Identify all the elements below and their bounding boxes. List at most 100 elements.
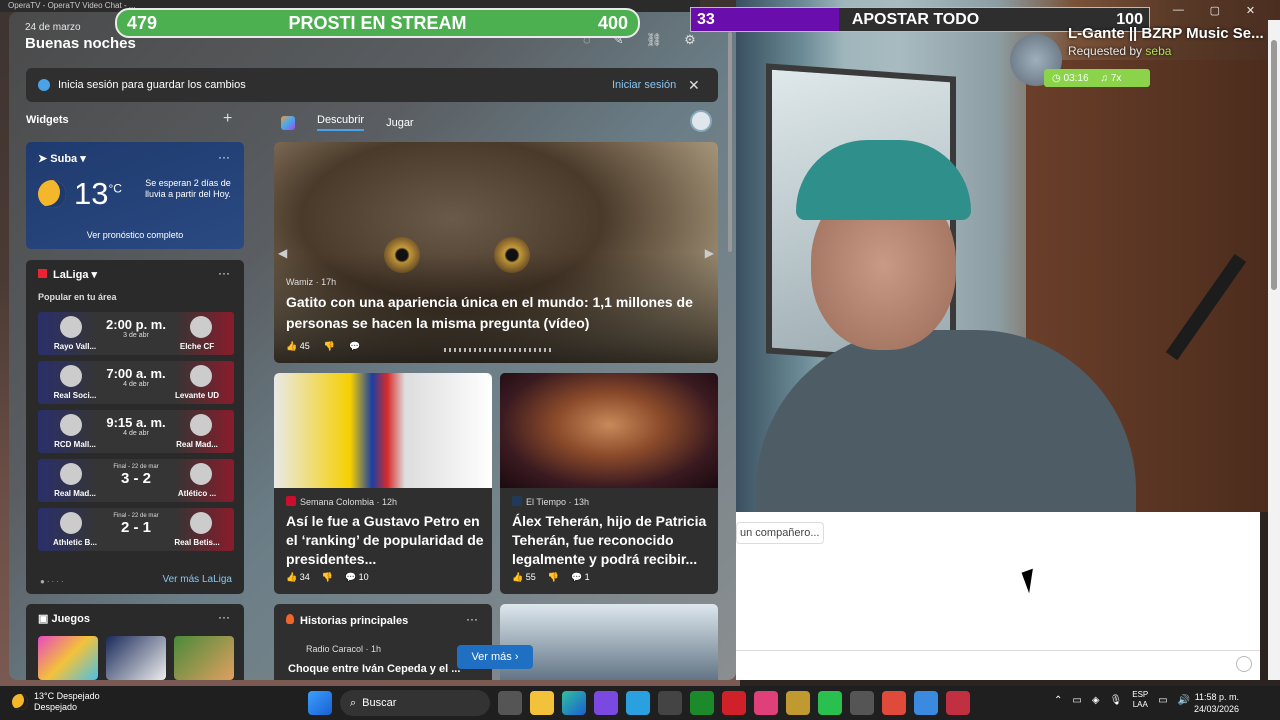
article-stats: 👍 55 👎 💬 1: [512, 572, 590, 583]
more-icon[interactable]: ···: [466, 612, 478, 626]
like-button[interactable]: 👍 55: [512, 572, 536, 583]
comment-button[interactable]: 💬 1: [571, 572, 590, 583]
comment-button[interactable]: 💬 10: [345, 572, 369, 583]
flame-icon: [286, 614, 294, 624]
pager-dots[interactable]: ●····: [40, 577, 66, 586]
minimize-icon[interactable]: —: [1173, 4, 1184, 16]
chevron-left-icon[interactable]: ◀: [278, 246, 287, 260]
signin-button[interactable]: Iniciar sesión: [612, 79, 676, 91]
article-source: Semana Colombia · 12h: [286, 496, 397, 507]
like-button[interactable]: 👍 45: [286, 341, 310, 352]
game-tile[interactable]: [174, 636, 234, 680]
chevron-right-icon[interactable]: ▶: [705, 246, 714, 260]
task-view-icon[interactable]: [498, 691, 522, 715]
chevron-up-icon[interactable]: ⌃: [1054, 695, 1062, 706]
store-icon[interactable]: [658, 691, 682, 715]
tray-icon[interactable]: ◈: [1092, 695, 1100, 706]
see-more-button[interactable]: Ver más ›: [457, 645, 533, 669]
article-title[interactable]: Álex Teherán, hijo de Patricia Teherán, …: [512, 512, 717, 569]
dislike-icon[interactable]: 👎: [548, 572, 559, 583]
tab-play[interactable]: Jugar: [386, 117, 414, 129]
folder-icon[interactable]: [530, 691, 554, 715]
games-title[interactable]: ▣ Juegos: [38, 612, 90, 625]
carousel-pager[interactable]: [444, 348, 552, 352]
panel-scrollbar[interactable]: [728, 32, 732, 252]
chrome-icon[interactable]: [882, 691, 906, 715]
search-input[interactable]: ⌕ Buscar: [340, 690, 490, 716]
avatar[interactable]: [690, 110, 712, 132]
bar-right-value: 400: [597, 12, 628, 33]
copilot-icon[interactable]: [594, 691, 618, 715]
app-icon[interactable]: [722, 691, 746, 715]
weather-forecast[interactable]: Se esperan 2 días de lluvia a partir del…: [138, 178, 238, 200]
requested-by: Requested by seba: [1068, 44, 1172, 58]
clock-icon: ◷ 03:16: [1052, 72, 1089, 84]
bar-left-value: 33: [697, 10, 715, 28]
close-icon[interactable]: ✕: [1246, 4, 1255, 17]
tab-discover[interactable]: Descubrir: [317, 114, 365, 131]
chrome-icon[interactable]: [914, 691, 938, 715]
more-icon[interactable]: ···: [218, 266, 230, 280]
match-date: 4 de abr: [123, 381, 149, 388]
opera-icon[interactable]: [946, 691, 970, 715]
scrollbar-thumb[interactable]: [1271, 40, 1277, 290]
language-indicator[interactable]: ESP LAA: [1132, 690, 1148, 710]
whatsapp-icon[interactable]: [818, 691, 842, 715]
weather-widget[interactable]: ➤ Suba ▾ ··· 13°C Se esperan 2 días de l…: [26, 142, 244, 249]
more-icon[interactable]: ···: [218, 610, 230, 624]
article-stats: 👍 45 👎 💬: [286, 341, 360, 352]
match-time: 9:15 a. m.: [106, 415, 166, 430]
microphone-icon[interactable]: 🎙: [1110, 695, 1123, 706]
article-source: Radio Caracol · 1h: [306, 644, 382, 654]
article-title[interactable]: Así le fue a Gustavo Petro en el ‘rankin…: [286, 512, 491, 569]
match-card[interactable]: 7:00 a. m. 4 de abr Real Soci... Levante …: [38, 361, 234, 404]
dislike-icon[interactable]: 👎: [324, 341, 335, 352]
clock[interactable]: 11:58 p. m. 24/03/2026: [1194, 691, 1239, 715]
news-card[interactable]: [500, 604, 718, 680]
tray-icon[interactable]: ▭: [1072, 695, 1081, 706]
instagram-icon[interactable]: [754, 691, 778, 715]
laliga-title[interactable]: LaLiga ▾: [38, 268, 97, 281]
app-icon[interactable]: [786, 691, 810, 715]
network-icon[interactable]: ▭: [1158, 695, 1167, 706]
full-forecast-link[interactable]: Ver pronóstico completo: [26, 230, 244, 240]
team-crest-icon: [190, 414, 212, 436]
game-tile[interactable]: [38, 636, 98, 680]
game-tile[interactable]: [106, 636, 166, 680]
match-card[interactable]: Final - 22 de mar 3 - 2 Real Mad... Atlét…: [38, 459, 234, 502]
copilot-icon[interactable]: [281, 115, 295, 130]
news-card[interactable]: Semana Colombia · 12h Así le fue a Gusta…: [274, 373, 492, 594]
close-icon[interactable]: ✕: [688, 77, 700, 94]
app-icon[interactable]: [850, 691, 874, 715]
xbox-icon[interactable]: [690, 691, 714, 715]
edge-icon[interactable]: [562, 691, 586, 715]
add-widget-icon[interactable]: +: [223, 110, 232, 128]
gear-icon[interactable]: ⚙: [684, 32, 696, 48]
article-title[interactable]: Gatito con una apariencia única en el mu…: [286, 292, 706, 334]
maximize-icon[interactable]: ▢: [1210, 4, 1220, 17]
emoji-icon[interactable]: [1236, 656, 1252, 672]
dislike-icon[interactable]: 👎: [322, 572, 333, 583]
taskbar-weather[interactable]: 13°C Despejado Despejado: [12, 691, 100, 713]
home-team: Real Mad...: [54, 489, 96, 498]
laliga-icon: [38, 269, 47, 278]
cap: [796, 140, 971, 220]
like-button[interactable]: 👍 34: [286, 572, 310, 583]
match-date: 3 de abr: [123, 332, 149, 339]
more-laliga-link[interactable]: Ver más LaLiga: [163, 574, 233, 585]
news-image: [500, 373, 718, 488]
weather-location[interactable]: ➤ Suba ▾: [38, 152, 86, 165]
start-icon[interactable]: [308, 691, 332, 715]
volume-icon[interactable]: 🔊: [1178, 695, 1190, 706]
match-card[interactable]: 2:00 p. m. 3 de abr Rayo Vall... Elche CF: [38, 312, 234, 355]
hero-article[interactable]: ◀ ▶ Wamiz · 17h Gatito con una aparienci…: [274, 142, 718, 363]
moon-icon: [12, 694, 28, 710]
more-icon[interactable]: ···: [218, 150, 230, 164]
news-card[interactable]: El Tiempo · 13h Álex Teherán, hijo de Pa…: [500, 373, 718, 594]
comment-icon[interactable]: 💬: [349, 341, 360, 352]
match-card[interactable]: Final - 22 de mar 2 - 1 Athletic B... Rea…: [38, 508, 234, 551]
match-card[interactable]: 9:15 a. m. 4 de abr RCD Mall... Real Mad.…: [38, 410, 234, 453]
page-scrollbar[interactable]: [1268, 20, 1280, 680]
telegram-icon[interactable]: [626, 691, 650, 715]
link-icon[interactable]: ⛓: [646, 32, 663, 48]
